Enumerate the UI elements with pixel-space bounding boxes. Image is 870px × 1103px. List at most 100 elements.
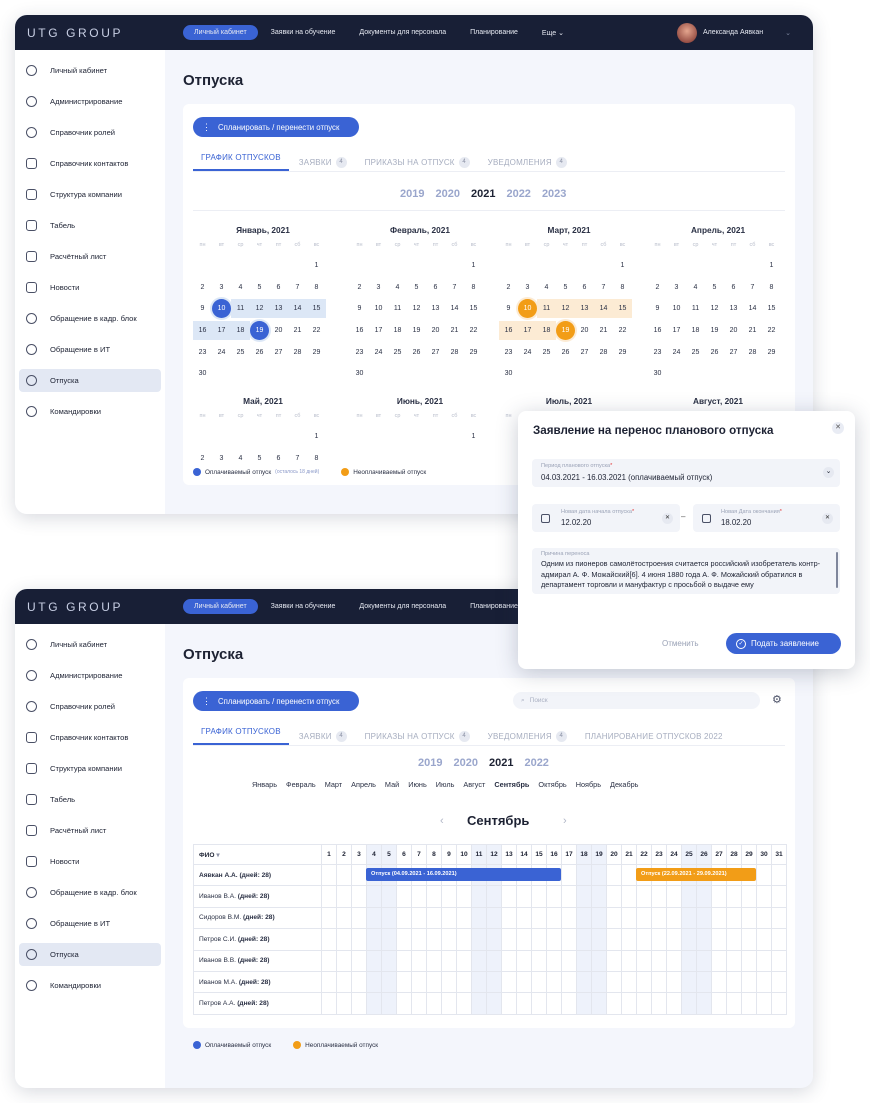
day-cell[interactable]: 8 <box>307 449 326 468</box>
day-cell[interactable]: 8 <box>307 278 326 297</box>
day-cell[interactable] <box>546 885 562 908</box>
day-cell[interactable] <box>336 992 352 1015</box>
day-cell[interactable] <box>711 949 727 972</box>
day-cell[interactable] <box>606 949 622 972</box>
day-cell[interactable] <box>771 885 787 908</box>
year-2020[interactable]: 2020 <box>435 188 459 200</box>
day-cell[interactable] <box>621 885 637 908</box>
day-cell[interactable] <box>651 906 667 930</box>
day-cell[interactable] <box>366 928 382 951</box>
tab-schedule[interactable]: ГРАФИК ОТПУСКОВ <box>193 727 289 745</box>
sidebar-item-roles[interactable]: Справочник ролей <box>19 121 161 144</box>
day-cell[interactable]: 30 <box>193 364 212 383</box>
day-cell[interactable] <box>366 949 382 972</box>
day-cell[interactable]: 10 <box>212 299 231 319</box>
day-cell[interactable] <box>696 885 712 908</box>
day-cell[interactable] <box>771 949 787 972</box>
day-cell[interactable] <box>426 970 442 994</box>
day-cell[interactable] <box>321 970 337 994</box>
sidebar-item-personal[interactable]: Личный кабинет <box>19 59 161 82</box>
day-cell[interactable]: 9 <box>193 299 212 318</box>
tab-orders[interactable]: ПРИКАЗЫ НА ОТПУСК 4 <box>365 153 470 171</box>
day-cell[interactable] <box>711 992 727 1015</box>
month-option[interactable]: Ноябрь <box>576 780 601 789</box>
sidebar-item-vacations[interactable]: Отпуска <box>19 369 161 392</box>
day-cell[interactable] <box>441 906 457 930</box>
day-cell[interactable] <box>576 863 592 887</box>
nav-staff-documents[interactable]: Документы для персонала <box>348 599 457 614</box>
day-cell[interactable] <box>366 906 382 930</box>
day-cell[interactable] <box>606 863 622 887</box>
day-cell[interactable]: 24 <box>369 343 388 362</box>
day-cell[interactable] <box>681 949 697 972</box>
day-cell[interactable] <box>321 928 337 951</box>
day-cell[interactable] <box>516 906 532 930</box>
day-cell[interactable] <box>336 906 352 930</box>
close-icon[interactable]: ✕ <box>832 422 844 434</box>
day-cell[interactable]: 7 <box>288 278 307 297</box>
day-cell[interactable] <box>726 949 742 972</box>
day-cell[interactable] <box>711 928 727 951</box>
day-cell[interactable] <box>396 928 412 951</box>
sidebar-item-personal[interactable]: Личный кабинет <box>19 633 161 656</box>
day-cell[interactable]: 14 <box>743 299 762 318</box>
tab-notifications[interactable]: УВЕДОМЛЕНИЯ 4 <box>488 727 567 745</box>
day-cell[interactable]: 8 <box>762 278 781 297</box>
day-cell[interactable] <box>546 928 562 951</box>
day-cell[interactable] <box>666 885 682 908</box>
day-cell[interactable] <box>471 906 487 930</box>
day-cell[interactable] <box>366 885 382 908</box>
day-cell[interactable]: 8 <box>464 278 483 297</box>
sidebar-item-roles[interactable]: Справочник ролей <box>19 695 161 718</box>
sidebar-item-structure[interactable]: Структура компании <box>19 183 161 206</box>
tab-orders[interactable]: ПРИКАЗЫ НА ОТПУСК 4 <box>365 727 470 745</box>
day-cell[interactable] <box>621 863 637 887</box>
day-cell[interactable]: 30 <box>499 364 518 383</box>
day-cell[interactable] <box>381 885 397 908</box>
day-cell[interactable]: 5 <box>250 278 269 297</box>
day-cell[interactable]: 3 <box>667 278 686 297</box>
day-cell[interactable] <box>396 885 412 908</box>
day-cell[interactable] <box>621 992 637 1015</box>
day-cell[interactable]: 15 <box>762 299 781 318</box>
day-cell[interactable] <box>651 949 667 972</box>
day-cell[interactable]: 20 <box>426 321 445 340</box>
day-cell[interactable] <box>636 906 652 930</box>
day-cell[interactable] <box>366 970 382 994</box>
day-cell[interactable]: 12 <box>705 299 724 318</box>
day-cell[interactable] <box>516 970 532 994</box>
day-cell[interactable] <box>411 992 427 1015</box>
filter-icon[interactable]: ⚙ <box>772 693 782 706</box>
day-cell[interactable] <box>771 863 787 887</box>
day-cell[interactable] <box>321 885 337 908</box>
day-cell[interactable] <box>591 992 607 1015</box>
day-cell[interactable] <box>441 928 457 951</box>
user-menu[interactable]: Александа Аявкан ⌄ <box>677 22 813 43</box>
month-option[interactable]: Июль <box>436 780 455 789</box>
day-cell[interactable] <box>726 970 742 994</box>
day-cell[interactable] <box>546 949 562 972</box>
day-cell[interactable] <box>606 928 622 951</box>
day-cell[interactable] <box>381 906 397 930</box>
day-cell[interactable]: 26 <box>556 343 575 362</box>
day-cell[interactable]: 28 <box>743 343 762 362</box>
sidebar-item-news[interactable]: Новости <box>19 276 161 299</box>
day-cell[interactable] <box>591 970 607 994</box>
day-cell[interactable] <box>561 970 577 994</box>
day-cell[interactable] <box>756 928 772 951</box>
day-cell[interactable]: 15 <box>613 299 632 319</box>
day-cell[interactable] <box>696 970 712 994</box>
day-cell[interactable]: 19 <box>250 321 269 341</box>
day-cell[interactable]: 20 <box>575 321 594 340</box>
nav-training-requests[interactable]: Заявки на обучение <box>260 599 347 614</box>
day-cell[interactable]: 27 <box>269 343 288 362</box>
day-cell[interactable] <box>396 949 412 972</box>
day-cell[interactable]: 18 <box>686 321 705 340</box>
day-cell[interactable]: 26 <box>705 343 724 362</box>
day-cell[interactable]: 4 <box>686 278 705 297</box>
day-cell[interactable] <box>711 906 727 930</box>
day-cell[interactable]: 11 <box>388 299 407 318</box>
day-cell[interactable]: 27 <box>426 343 445 362</box>
day-cell[interactable]: 21 <box>445 321 464 340</box>
day-cell[interactable]: 3 <box>212 278 231 297</box>
